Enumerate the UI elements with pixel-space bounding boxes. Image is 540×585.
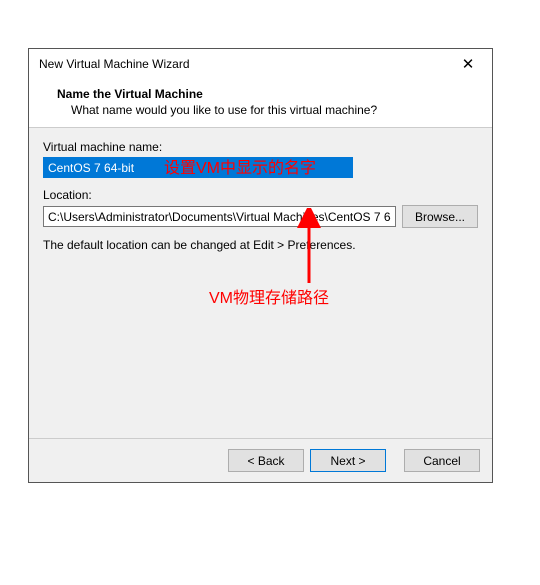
next-button[interactable]: Next >: [310, 449, 386, 472]
wizard-header: Name the Virtual Machine What name would…: [29, 79, 492, 128]
vm-name-input[interactable]: [43, 157, 353, 178]
annotation-location-note: VM物理存储路径: [209, 284, 329, 308]
browse-button[interactable]: Browse...: [402, 205, 478, 228]
close-icon: ✕: [462, 55, 475, 73]
wizard-footer: < Back Next > Cancel: [29, 438, 492, 482]
close-button[interactable]: ✕: [450, 52, 486, 76]
page-title: Name the Virtual Machine: [57, 87, 476, 101]
new-vm-wizard-dialog: New Virtual Machine Wizard ✕ Name the Vi…: [28, 48, 493, 483]
back-button[interactable]: < Back: [228, 449, 304, 472]
location-hint: The default location can be changed at E…: [43, 238, 478, 252]
titlebar: New Virtual Machine Wizard ✕: [29, 49, 492, 79]
wizard-content: Virtual machine name: Location: Browse..…: [29, 128, 492, 438]
page-subtitle: What name would you like to use for this…: [57, 103, 476, 117]
window-title: New Virtual Machine Wizard: [39, 57, 450, 71]
vm-name-label: Virtual machine name:: [43, 140, 478, 154]
location-label: Location:: [43, 188, 478, 202]
location-input[interactable]: [43, 206, 396, 227]
cancel-button[interactable]: Cancel: [404, 449, 480, 472]
